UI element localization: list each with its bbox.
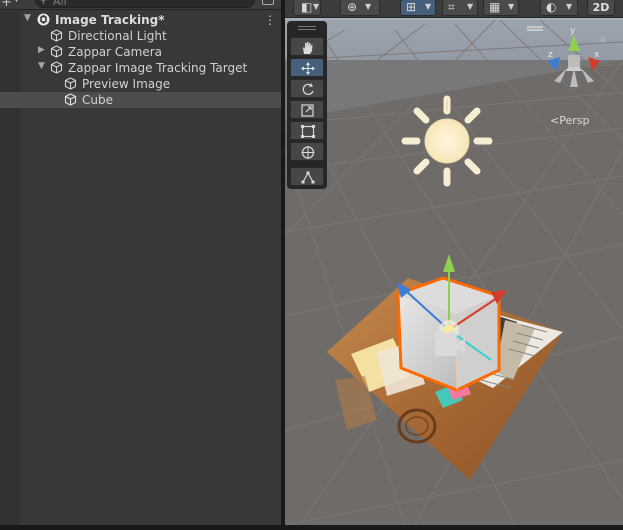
chevron-down-icon: ▼ (365, 2, 372, 11)
gizmo-tool-button[interactable]: ⊞ ▼ (400, 0, 436, 16)
hierarchy-item-label: Zappar Image Tracking Target (68, 61, 248, 75)
gizmo-tool-icon: ⊞ (406, 0, 417, 14)
unity-scene-icon (37, 13, 50, 26)
shading-sphere-icon: ◐ (546, 0, 557, 14)
gameobject-cube-icon (50, 29, 63, 42)
hierarchy-item-preview-image[interactable]: Preview Image (0, 76, 281, 92)
move-tool-button[interactable] (290, 58, 324, 77)
add-dropdown-caret-icon[interactable]: ▼ (13, 0, 20, 4)
hierarchy-panel: + ▼ ⚲ All ▼ Image Tracking* ⋮ Directiona… (0, 0, 281, 530)
hierarchy-item-cube[interactable]: Cube (0, 92, 281, 108)
scale-tool-button[interactable] (290, 100, 324, 119)
chevron-down-icon: ▼ (313, 2, 320, 11)
chevron-down-icon: ▼ (425, 2, 432, 11)
move-arrows-icon (301, 62, 315, 75)
gizmo-axis-z-label[interactable]: z (548, 50, 553, 60)
scene-toolbar: ◧ ▼ ⊕ ▼ ⊞ ▼ ⌗ ▼ ▦ ▼ ◐ ▼ 2D (285, 0, 623, 18)
rect-transform-icon (301, 125, 315, 138)
hierarchy-item-label: Image Tracking* (55, 13, 165, 27)
hierarchy-toolbar: + ▼ ⚲ All (0, 0, 281, 10)
search-icon: ⚲ (40, 0, 47, 6)
more-options-icon[interactable]: ⋮ (264, 13, 276, 27)
chevron-down-icon: ▼ (508, 2, 515, 11)
hierarchy-item-label: Zappar Camera (68, 45, 163, 59)
snap-button[interactable]: ⌗ ▼ (442, 0, 478, 16)
toggle-2d-button[interactable]: 2D (587, 0, 615, 16)
persp-chevron-icon: < (550, 114, 560, 127)
chevron-down-icon: ▼ (566, 2, 573, 11)
shading-mode-button[interactable]: ◐ ▼ (540, 0, 578, 16)
grid-icon: ▦ (489, 0, 501, 14)
hierarchy-item-label: Preview Image (82, 77, 171, 91)
hierarchy-item-zappar-image-tracking-target[interactable]: ▼ Zappar Image Tracking Target (0, 60, 281, 76)
hierarchy-item-scene[interactable]: ▼ Image Tracking* ⋮ (0, 12, 281, 28)
globe-icon: ⊕ (347, 0, 358, 14)
snap-grid-icon: ⌗ (448, 0, 455, 14)
gameobject-cube-icon (50, 45, 63, 58)
expand-caret-icon[interactable]: ▼ (24, 13, 31, 23)
scene-view[interactable]: ◧ ▼ ⊕ ▼ ⊞ ▼ ⌗ ▼ ▦ ▼ ◐ ▼ 2D y x z a <Pers… (285, 0, 623, 525)
gizmo-axis-x-label[interactable]: x (594, 50, 599, 60)
draw-mode-icon: ◧ (301, 0, 313, 14)
hierarchy-search-field[interactable]: ⚲ All (35, 0, 255, 8)
draw-mode-button[interactable]: ◧ ▼ (293, 0, 321, 16)
gizmo-lock-icon[interactable]: a (600, 34, 606, 45)
hand-tool-button[interactable] (290, 37, 324, 56)
add-icon[interactable]: + (1, 0, 12, 10)
transform-tool-button[interactable] (290, 142, 324, 161)
hierarchy-item-directional-light[interactable]: Directional Light (0, 28, 281, 44)
gameobject-cube-icon (50, 61, 63, 74)
projection-toggle[interactable]: <Persp (550, 114, 589, 127)
tool-palette (287, 21, 327, 189)
scene-viewport[interactable] (285, 0, 623, 525)
rotate-tool-button[interactable] (290, 79, 324, 98)
hand-icon (303, 42, 313, 54)
directional-light-icon (401, 95, 493, 187)
expand-caret-icon[interactable]: ▼ (38, 61, 45, 71)
transform-icon (301, 146, 315, 159)
chevron-down-icon: ▼ (467, 2, 474, 11)
scene-visibility-icon[interactable] (262, 0, 274, 5)
gameobject-cube-icon (64, 93, 77, 106)
custom-editor-tool-icon (301, 171, 315, 184)
hierarchy-item-zappar-camera[interactable]: ▶ Zappar Camera (0, 44, 281, 60)
search-placeholder: All (53, 0, 67, 8)
projection-label: Persp (559, 114, 590, 127)
collapsed-caret-icon[interactable]: ▶ (38, 45, 45, 55)
custom-tool-button[interactable] (290, 167, 324, 186)
scale-icon (301, 104, 314, 117)
palette-drag-handle[interactable] (298, 26, 316, 30)
window-bottom-edge (0, 525, 623, 530)
gameobject-cube-icon (64, 77, 77, 90)
hierarchy-item-label: Cube (82, 93, 113, 107)
rotate-icon (302, 83, 314, 95)
gizmo-axis-y-label[interactable]: y (570, 26, 575, 36)
rect-tool-button[interactable] (290, 121, 324, 140)
grid-button[interactable]: ▦ ▼ (483, 0, 519, 16)
hierarchy-item-label: Directional Light (68, 29, 167, 43)
render-mode-button[interactable]: ⊕ ▼ (340, 0, 380, 16)
